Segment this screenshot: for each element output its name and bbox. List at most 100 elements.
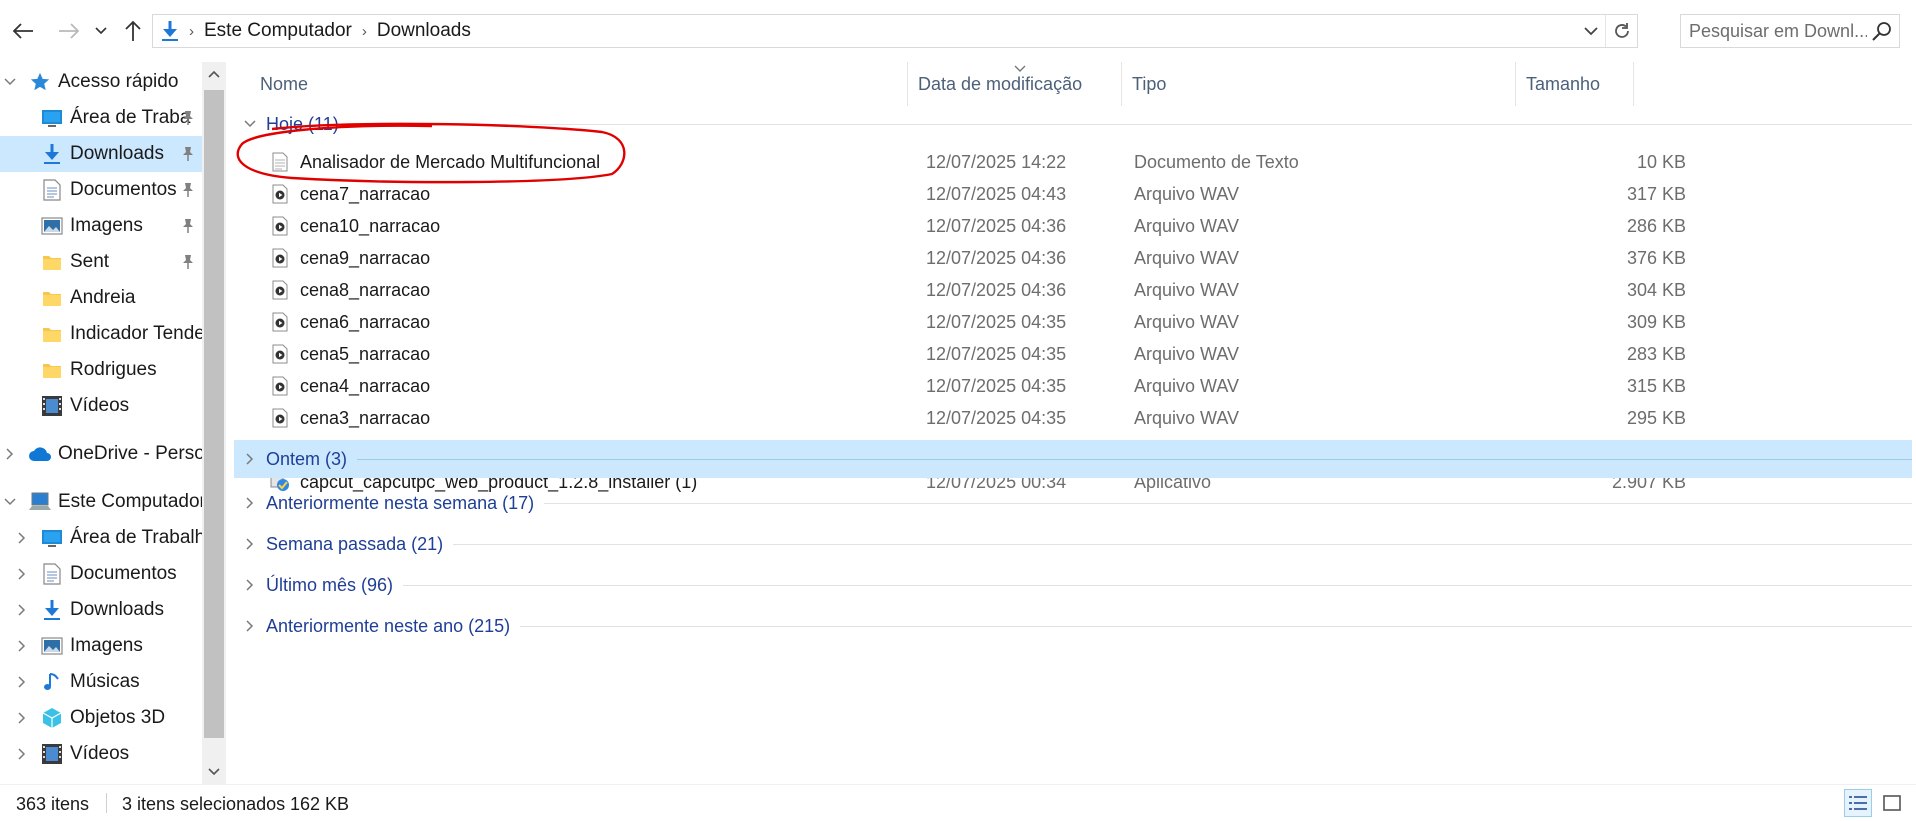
file-row[interactable]: cena3_narracao 12/07/2025 04:35 Arquivo WA…	[234, 402, 1734, 434]
breadcrumb-este-computador[interactable]: Este Computador	[204, 20, 352, 42]
group-header-hoje[interactable]: Hoje (11)	[234, 106, 1912, 142]
sidebar-item-5[interactable]: Sent	[0, 244, 202, 280]
pin-icon	[180, 180, 196, 200]
address-dropdown-button[interactable]	[1579, 15, 1603, 47]
file-row[interactable]: cena5_narracao 12/07/2025 04:35 Arquivo WA…	[234, 338, 1734, 370]
folder-icon	[40, 286, 64, 310]
chevron-right-icon[interactable]	[240, 579, 260, 591]
group-header-0[interactable]: Ontem (3)	[234, 440, 1912, 478]
chevron-right-icon[interactable]	[2, 446, 18, 462]
file-name: cena3_narracao	[300, 408, 431, 428]
sidebar-item-10[interactable]: OneDrive - Person	[0, 436, 202, 472]
chevron-down-icon[interactable]	[240, 120, 260, 128]
breadcrumb-downloads[interactable]: Downloads	[377, 20, 471, 42]
sidebar-item-label: Documentos	[70, 179, 177, 200]
file-name: cena4_narracao	[300, 376, 431, 396]
chevron-right-icon[interactable]	[14, 602, 30, 618]
scroll-up-icon[interactable]	[202, 62, 226, 86]
column-headers: Nome Data de modificação Tipo Tamanho	[226, 62, 1916, 106]
sidebar-item-13[interactable]: Documentos	[0, 556, 202, 592]
search-icon[interactable]	[1871, 20, 1893, 47]
chevron-right-icon[interactable]	[240, 497, 260, 509]
sidebar-item-0[interactable]: Acesso rápido	[0, 64, 202, 100]
details-view-button[interactable]	[1844, 789, 1872, 817]
address-bar[interactable]: › Este Computador › Downloads	[152, 14, 1638, 48]
sidebar-item-label: Músicas	[70, 671, 140, 692]
sidebar-item-11[interactable]: Este Computador	[0, 484, 202, 520]
sidebar-item-3[interactable]: Documentos	[0, 172, 202, 208]
navigation-scrollbar[interactable]	[202, 62, 226, 784]
file-row[interactable]: cena7_narracao 12/07/2025 04:43 Arquivo WA…	[234, 178, 1734, 210]
file-row[interactable]: Analisador de Mercado Multifuncional 12/0…	[234, 146, 1734, 178]
desktop-icon	[40, 106, 64, 130]
sort-ascending-icon	[1014, 62, 1026, 76]
audio-file-icon	[270, 183, 290, 205]
sidebar-item-18[interactable]: Vídeos	[0, 736, 202, 772]
group-header-2[interactable]: Semana passada (21)	[234, 525, 1912, 563]
sidebar-item-8[interactable]: Rodrigues	[0, 352, 202, 388]
sidebar-item-17[interactable]: Objetos 3D	[0, 700, 202, 736]
scrollbar-thumb[interactable]	[204, 90, 224, 738]
large-icons-view-button[interactable]	[1878, 789, 1906, 817]
computer-icon	[28, 490, 52, 514]
column-header-size[interactable]: Tamanho	[1516, 62, 1634, 106]
back-button[interactable]	[6, 14, 40, 48]
up-button[interactable]	[116, 14, 150, 48]
pin-icon	[180, 144, 196, 164]
file-row[interactable]: cena8_narracao 12/07/2025 04:36 Arquivo WA…	[234, 274, 1734, 306]
sidebar-item-15[interactable]: Imagens	[0, 628, 202, 664]
group-header-3[interactable]: Último mês (96)	[234, 566, 1912, 604]
file-date: 12/07/2025 04:36	[926, 280, 1067, 300]
audio-file-icon	[270, 375, 290, 397]
refresh-button[interactable]	[1605, 15, 1637, 47]
chevron-down-icon[interactable]	[2, 74, 18, 90]
chevron-right-icon[interactable]	[240, 620, 260, 632]
chevron-right-icon[interactable]	[14, 638, 30, 654]
chevron-down-icon[interactable]	[2, 494, 18, 510]
chevron-right-icon[interactable]	[14, 710, 30, 726]
download-icon	[40, 142, 64, 166]
column-header-type[interactable]: Tipo	[1122, 62, 1516, 106]
file-row[interactable]: cena9_narracao 12/07/2025 04:36 Arquivo WA…	[234, 242, 1734, 274]
sidebar-item-label: Downloads	[70, 599, 164, 620]
chevron-right-icon[interactable]	[14, 530, 30, 546]
search-input[interactable]	[1689, 20, 1867, 42]
sidebar-item-9[interactable]: Vídeos	[0, 388, 202, 424]
file-size: 283 KB	[1626, 344, 1686, 364]
file-date: 12/07/2025 04:35	[926, 376, 1067, 396]
file-row[interactable]: cena4_narracao 12/07/2025 04:35 Arquivo WA…	[234, 370, 1734, 402]
chevron-right-icon[interactable]	[14, 746, 30, 762]
picture-icon	[40, 634, 64, 658]
sidebar-item-4[interactable]: Imagens	[0, 208, 202, 244]
sidebar-item-label: Andreia	[70, 287, 136, 308]
sidebar-item-label: Downloads	[70, 143, 164, 164]
file-row[interactable]: cena10_narracao 12/07/2025 04:36 Arquivo W…	[234, 210, 1734, 242]
sidebar-item-6[interactable]: Andreia	[0, 280, 202, 316]
audio-file-icon	[270, 407, 290, 429]
column-header-name[interactable]: Nome	[226, 62, 908, 106]
sidebar-item-7[interactable]: Indicador Tender	[0, 316, 202, 352]
file-size: 295 KB	[1626, 408, 1686, 428]
group-header-4[interactable]: Anteriormente neste ano (215)	[234, 607, 1912, 645]
file-name: cena8_narracao	[300, 280, 431, 300]
pin-icon	[180, 108, 196, 128]
refresh-icon	[1614, 23, 1629, 38]
forward-button[interactable]	[52, 14, 86, 48]
chevron-right-icon[interactable]	[14, 566, 30, 582]
file-row[interactable]: cena6_narracao 12/07/2025 04:35 Arquivo WA…	[234, 306, 1734, 338]
file-type: Arquivo WAV	[1134, 184, 1240, 204]
scroll-down-icon[interactable]	[202, 760, 226, 784]
file-name: cena6_narracao	[300, 312, 431, 332]
chevron-right-icon[interactable]	[240, 453, 260, 465]
sidebar-item-2[interactable]: Downloads	[0, 136, 202, 172]
recent-locations-button[interactable]	[88, 14, 114, 48]
group-header-1[interactable]: Anteriormente nesta semana (17)	[234, 484, 1912, 522]
sidebar-item-14[interactable]: Downloads	[0, 592, 202, 628]
search-box[interactable]	[1680, 14, 1900, 48]
sidebar-item-12[interactable]: Área de Trabalho	[0, 520, 202, 556]
chevron-right-icon[interactable]	[14, 674, 30, 690]
sidebar-item-1[interactable]: Área de Traba	[0, 100, 202, 136]
chevron-right-icon[interactable]	[240, 538, 260, 550]
file-type: Arquivo WAV	[1134, 312, 1240, 332]
sidebar-item-16[interactable]: Músicas	[0, 664, 202, 700]
